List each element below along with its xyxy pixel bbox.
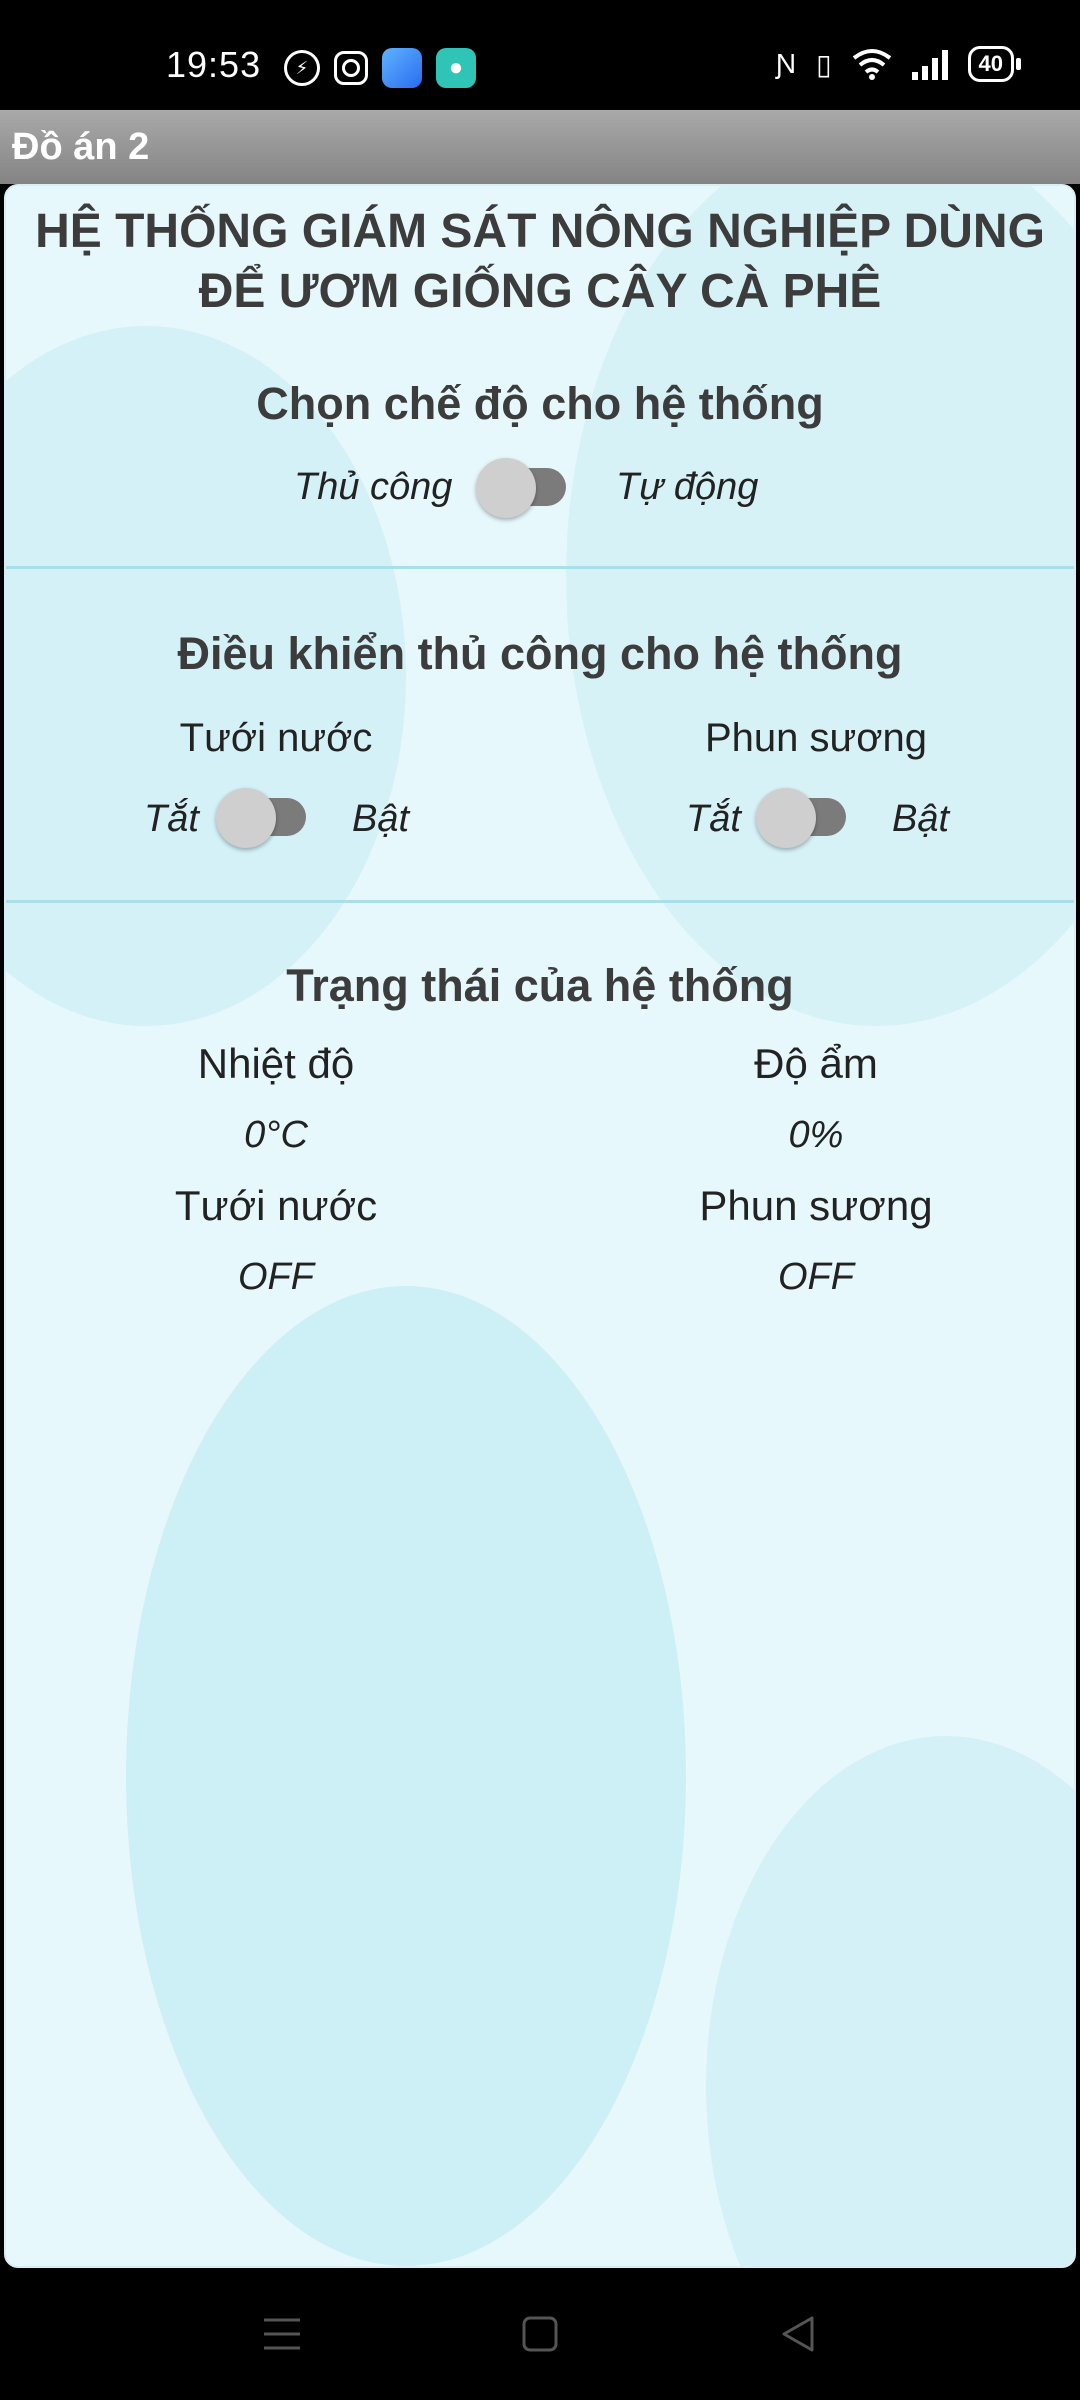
mist-on-label: Bật xyxy=(892,798,950,840)
wifi-icon xyxy=(852,49,891,80)
watering-status-value: OFF xyxy=(238,1256,314,1298)
navigation-bar xyxy=(0,2268,1080,2400)
status-time: 19:53 xyxy=(166,44,262,85)
nfc-icon: Ɲ xyxy=(775,48,797,79)
home-icon[interactable] xyxy=(510,2308,570,2360)
mode-toggle-thumb xyxy=(476,458,536,518)
mode-toggle[interactable] xyxy=(476,452,568,518)
section-divider xyxy=(6,566,1074,569)
manual-mode-label: Thủ công xyxy=(294,466,453,508)
mist-toggle-thumb xyxy=(756,788,816,848)
mist-label: Phun sương xyxy=(704,716,928,760)
watering-label: Tưới nước xyxy=(179,716,373,760)
temperature-label: Nhiệt độ xyxy=(197,1040,355,1087)
mist-status-value: OFF xyxy=(778,1256,854,1298)
watering-off-label: Tắt xyxy=(144,798,199,840)
watering-status-label: Tưới nước xyxy=(174,1182,378,1229)
watering-on-label: Bật xyxy=(352,798,410,840)
instagram-icon xyxy=(334,51,368,85)
status-heading: Trạng thái của hệ thống xyxy=(286,960,794,1011)
watering-toggle[interactable] xyxy=(216,782,308,848)
manual-control-heading: Điều khiển thủ công cho hệ thống xyxy=(177,628,903,679)
app-title: Đồ án 2 xyxy=(0,110,1080,184)
main-content: HỆ THỐNG GIÁM SÁT NÔNG NGHIỆP DÙNG ĐỂ ƯƠ… xyxy=(4,184,1076,2268)
section-divider xyxy=(6,900,1074,903)
battery-icon: 40 xyxy=(967,46,1022,82)
auto-mode-label: Tự động xyxy=(616,466,759,508)
teal-chat-icon: ● xyxy=(436,48,476,88)
notification-icons: ⚡ ● xyxy=(284,48,476,88)
humidity-value: 0% xyxy=(788,1114,844,1156)
title-line-2: ĐỂ ƯƠM GIỐNG CÂY CÀ PHÊ xyxy=(198,265,882,318)
page-title: HỆ THỐNG GIÁM SÁT NÔNG NGHIỆP DÙNG ĐỂ ƯƠ… xyxy=(6,202,1074,322)
back-icon[interactable] xyxy=(768,2308,828,2360)
blue-app-icon xyxy=(382,48,422,88)
messenger-icon: ⚡ xyxy=(284,50,320,86)
mist-off-label: Tắt xyxy=(686,798,741,840)
status-bar: 19:53 ⚡ ● Ɲ ▯ 40 xyxy=(0,0,1080,110)
vibrate-icon: ▯ xyxy=(816,48,832,80)
mist-status-label: Phun sương xyxy=(699,1182,933,1229)
watering-toggle-thumb xyxy=(216,788,276,848)
title-line-1: HỆ THỐNG GIÁM SÁT NÔNG NGHIỆP DÙNG xyxy=(35,205,1045,258)
humidity-label: Độ ẩm xyxy=(754,1040,878,1087)
system-icons: Ɲ ▯ 40 xyxy=(775,46,1022,82)
mode-heading: Chọn chế độ cho hệ thống xyxy=(256,378,824,429)
menu-icon[interactable] xyxy=(252,2308,312,2360)
signal-icon xyxy=(911,48,948,80)
temperature-value: 0°C xyxy=(244,1114,308,1156)
mist-toggle[interactable] xyxy=(756,782,848,848)
